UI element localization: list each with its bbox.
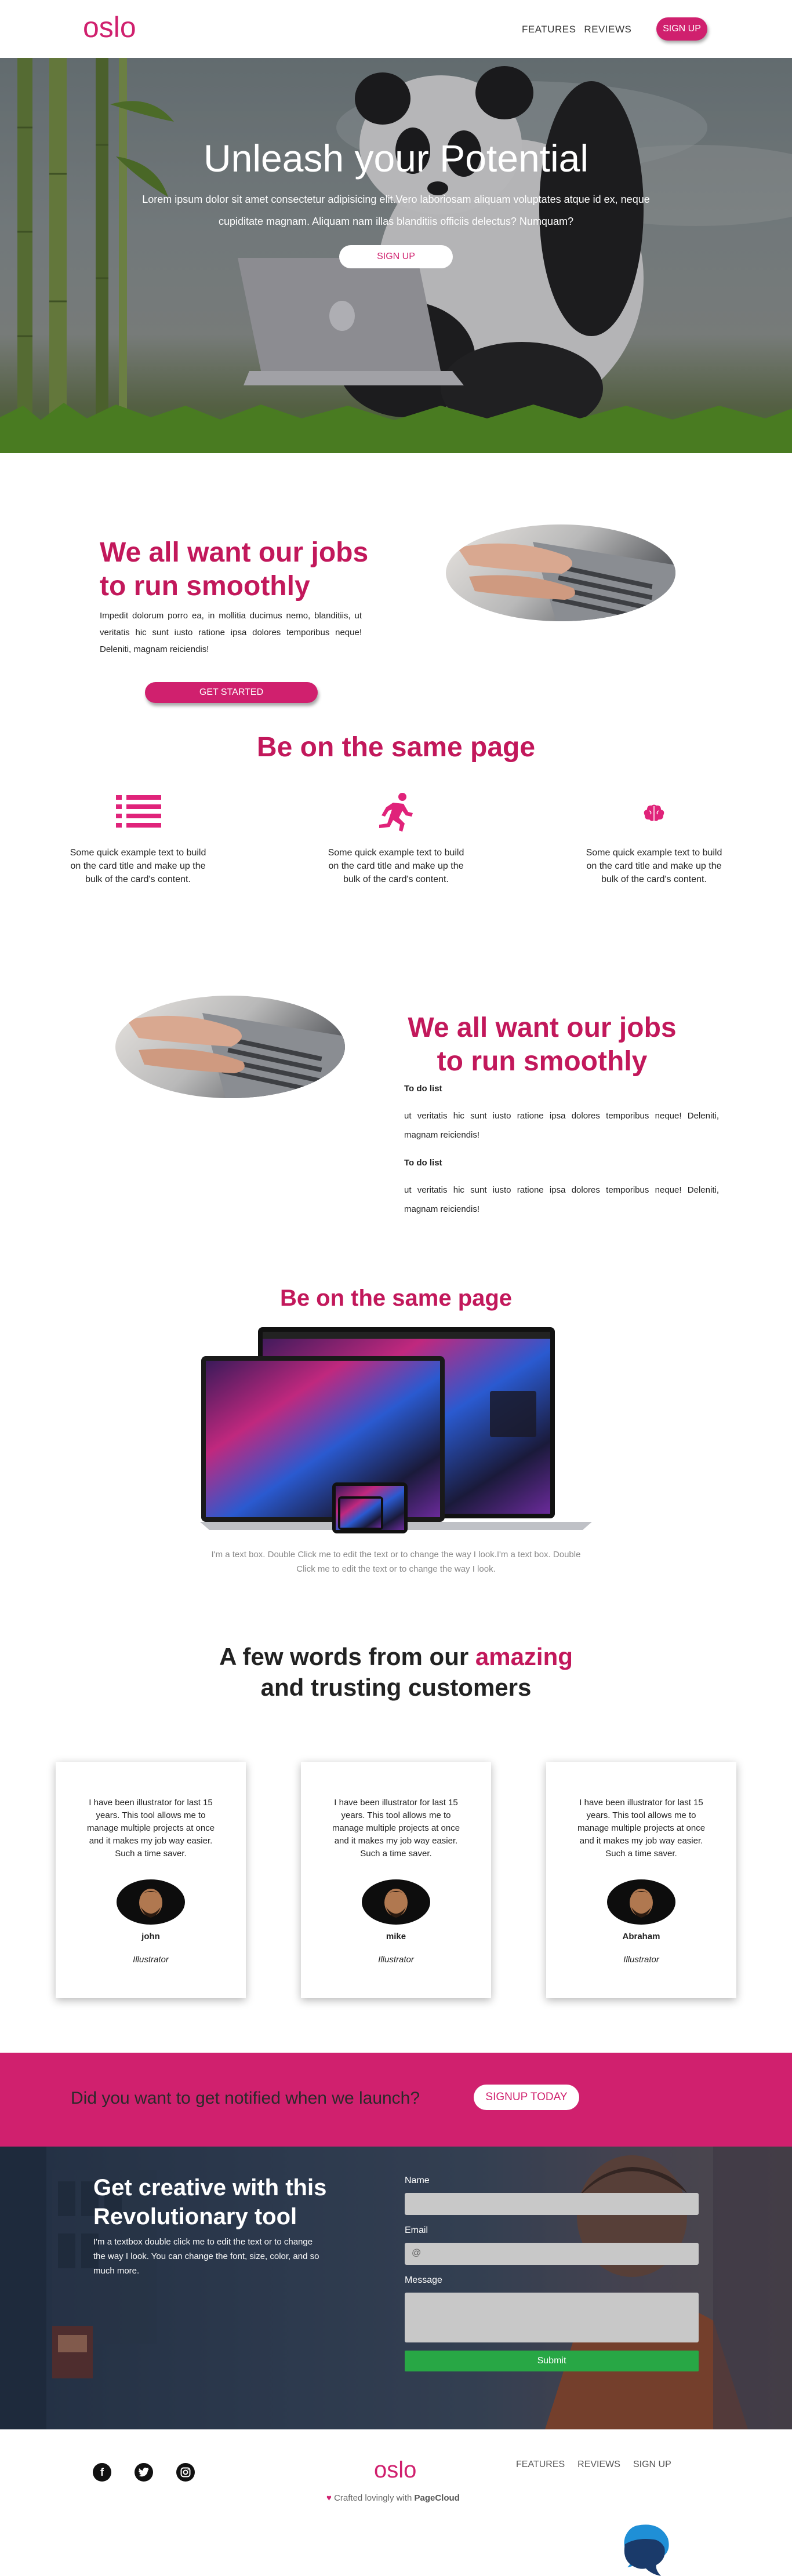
todo-list-body: ut veritatis hic sunt iusto ratione ipsa… <box>404 1111 719 1140</box>
hero-title: Unleash your Potential <box>203 137 589 180</box>
chat-icon[interactable] <box>619 2521 673 2576</box>
todo-list-heading: To do list <box>404 1084 442 1094</box>
feature-text-1: Some quick example text to build on the … <box>70 848 206 884</box>
creative-section: Get creative with this Revolutionary too… <box>0 2147 792 2429</box>
avatar <box>607 1879 675 1925</box>
testimonials-title-end: and trusting customers <box>260 1674 532 1701</box>
heart-icon: ♥ <box>326 2493 332 2503</box>
footer-link-signup[interactable]: SIGN UP <box>633 2460 671 2470</box>
footer-credit-brand[interactable]: PageCloud <box>414 2493 459 2503</box>
nav-links: FEATURES REVIEWS <box>522 24 631 35</box>
footer-credit: ♥ Crafted lovingly with PageCloud <box>326 2493 460 2503</box>
feature-text-2: Some quick example text to build on the … <box>328 848 464 884</box>
name-input[interactable] <box>405 2193 699 2215</box>
brain-icon <box>644 804 664 821</box>
footer-logo[interactable]: oslo <box>374 2457 416 2483</box>
nav-link-reviews[interactable]: REVIEWS <box>584 24 631 35</box>
testimonial-quote: I have been illustrator for last 15 year… <box>86 1798 215 1859</box>
page: oslo FEATURES REVIEWS SIGN UP Unleash yo… <box>0 0 792 2576</box>
get-started-button[interactable]: GET STARTED <box>145 682 318 703</box>
notify-text: Did you want to get notified when we lau… <box>71 2089 420 2108</box>
testimonials-title: A few words from our amazing and trustin… <box>199 1641 593 1703</box>
notify-banner: Did you want to get notified when we lau… <box>0 2053 792 2147</box>
section1-text: Impedit dolorum porro ea, in mollitia du… <box>100 611 362 654</box>
creative-text: I'm a textbox double click me to edit th… <box>93 2237 319 2276</box>
testimonial-quote: I have been illustrator for last 15 year… <box>332 1798 460 1859</box>
todo-list-heading: To do list <box>404 1158 442 1168</box>
testimonial-card: I have been illustrator for last 15 year… <box>56 1762 246 1998</box>
footer-link-features[interactable]: FEATURES <box>516 2460 565 2470</box>
signup-today-button[interactable]: SIGNUP TODAY <box>474 2085 579 2110</box>
testimonial-quote: I have been illustrator for last 15 year… <box>577 1798 706 1859</box>
top-nav: oslo FEATURES REVIEWS SIGN UP <box>0 0 792 58</box>
testimonials-title-highlight: amazing <box>475 1643 573 1670</box>
todo-list-1: To do list ut veritatis hic sunt iusto r… <box>404 1084 719 1145</box>
footer-links: FEATURES REVIEWS SIGN UP <box>516 2460 671 2470</box>
twitter-icon[interactable] <box>135 2463 153 2482</box>
testimonial-role: Illustrator <box>133 1955 169 1965</box>
testimonial-card: I have been illustrator for last 15 year… <box>301 1762 491 1998</box>
testimonial-name: Abraham <box>622 1932 660 1941</box>
features-title: Be on the same page <box>256 732 536 763</box>
hero-text: Lorem ipsum dolor sit amet consectetur a… <box>142 194 650 227</box>
footer: f oslo ♥ Crafted lovingly with PageCloud… <box>0 2429 792 2576</box>
section3-title: We all want our jobs to run smoothly <box>408 1012 677 1077</box>
laptop-typing-image <box>446 524 675 621</box>
hero: Unleash your Potential Lorem ipsum dolor… <box>0 58 792 453</box>
nav-link-features[interactable]: FEATURES <box>522 24 576 35</box>
logo[interactable]: oslo <box>83 10 136 44</box>
devices-mockup-image <box>200 1327 592 1533</box>
message-textarea[interactable] <box>405 2293 699 2342</box>
footer-credit-text: Crafted lovingly with <box>334 2493 415 2503</box>
hero-signup-button[interactable]: SIGN UP <box>339 245 453 268</box>
email-input[interactable]: @ <box>405 2243 699 2265</box>
avatar <box>117 1879 185 1925</box>
devices-caption: I'm a text box. Double Click me to edit … <box>211 1550 581 1574</box>
testimonial-name: mike <box>386 1932 406 1941</box>
message-label: Message <box>405 2275 442 2285</box>
running-person-icon <box>379 793 413 832</box>
list-icon <box>116 795 161 828</box>
creative-title: Get creative with this Revolutionary too… <box>93 2175 327 2229</box>
instagram-icon[interactable] <box>176 2463 195 2482</box>
testimonials-title-start: A few words from our <box>219 1643 475 1670</box>
email-label: Email <box>405 2225 428 2235</box>
nav-signup-button[interactable]: SIGN UP <box>656 17 707 41</box>
todo-list-body: ut veritatis hic sunt iusto ratione ipsa… <box>404 1185 719 1214</box>
facebook-icon[interactable]: f <box>93 2463 111 2482</box>
avatar <box>362 1879 430 1925</box>
name-label: Name <box>405 2176 430 2185</box>
todo-list-2: To do list ut veritatis hic sunt iusto r… <box>404 1158 719 1219</box>
testimonial-role: Illustrator <box>378 1955 414 1965</box>
testimonial-card: I have been illustrator for last 15 year… <box>546 1762 736 1998</box>
testimonial-role: Illustrator <box>623 1955 659 1965</box>
section1-title: We all want our jobs to run smoothly <box>100 537 369 602</box>
footer-link-reviews[interactable]: REVIEWS <box>577 2460 620 2470</box>
devices-title: Be on the same page <box>279 1285 513 1311</box>
feature-text-3: Some quick example text to build on the … <box>586 848 722 884</box>
submit-button[interactable]: Submit <box>405 2351 699 2371</box>
laptop-typing-image-2 <box>115 996 345 1098</box>
testimonial-name: john <box>141 1932 160 1941</box>
